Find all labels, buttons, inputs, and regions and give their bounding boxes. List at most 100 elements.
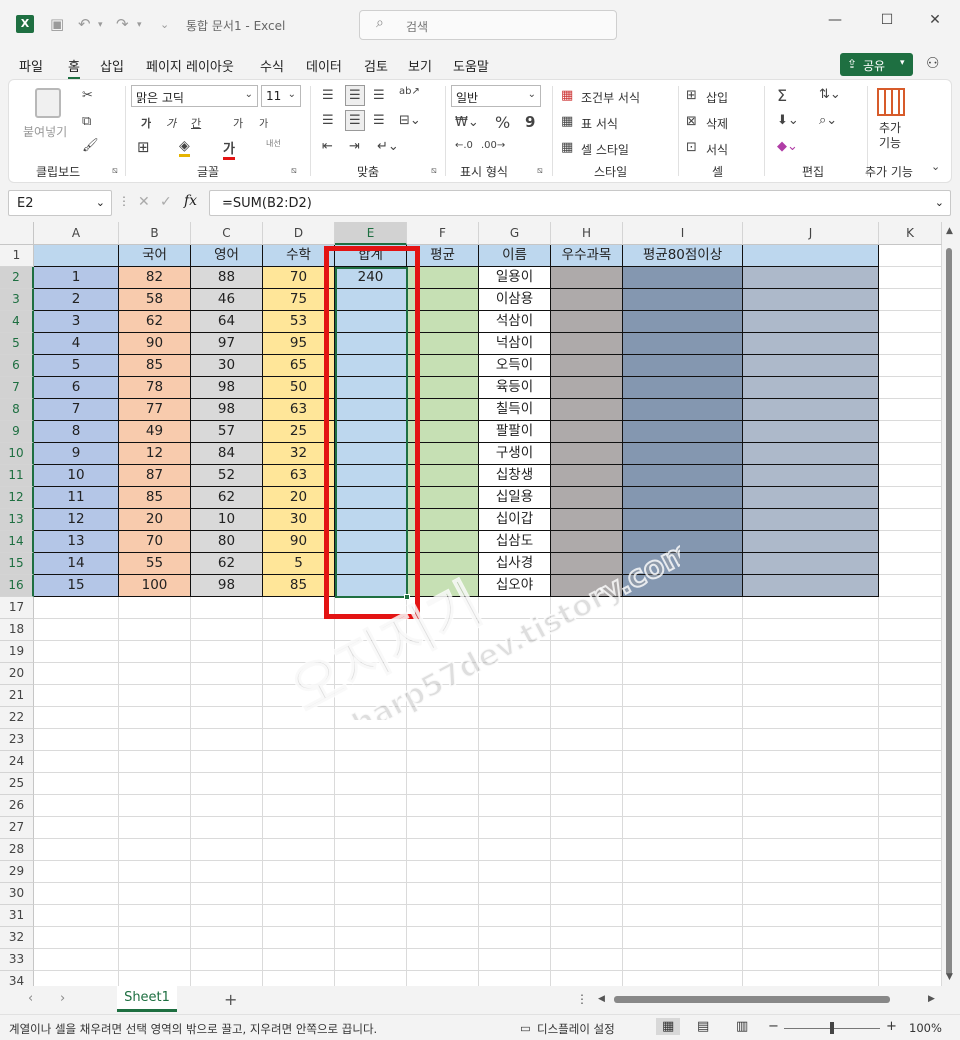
grid-cell[interactable] <box>743 641 879 663</box>
grid-cell[interactable]: 십일용 <box>479 487 551 509</box>
column-header[interactable]: I <box>623 222 743 245</box>
worksheet-grid[interactable]: A B C D E F G H I J K 1 2 3 4 5 6 7 8 9 10 11 12 13 14 15 16 17 18 19… <box>0 222 942 986</box>
grid-cell[interactable] <box>879 619 942 641</box>
grid-cell[interactable] <box>34 839 119 861</box>
grid-cell[interactable] <box>407 575 479 597</box>
column-header[interactable]: A <box>34 222 119 245</box>
grid-cell[interactable] <box>551 619 623 641</box>
grid-cell[interactable] <box>263 663 335 685</box>
grid-cell[interactable] <box>879 641 942 663</box>
grid-cell[interactable] <box>191 619 263 641</box>
page-layout-view-icon[interactable]: ▤ <box>697 1019 709 1034</box>
grid-cell[interactable] <box>623 707 743 729</box>
normal-view-icon[interactable]: ▦ <box>656 1018 681 1035</box>
grid-cell[interactable] <box>479 883 551 905</box>
grid-cell[interactable]: 20 <box>263 487 335 509</box>
grid-cell[interactable] <box>623 641 743 663</box>
grid-cell[interactable] <box>407 883 479 905</box>
grid-cell[interactable] <box>551 553 623 575</box>
grid-cell[interactable] <box>191 927 263 949</box>
customize-qat-icon[interactable]: ⌄ <box>160 18 169 31</box>
grid-cell[interactable] <box>34 905 119 927</box>
grid-cell[interactable] <box>551 839 623 861</box>
column-header[interactable]: K <box>879 222 942 245</box>
formula-input[interactable]: =SUM(B2:D2) ⌄ <box>209 190 951 216</box>
grid-cell[interactable]: 77 <box>119 399 191 421</box>
grid-cell[interactable] <box>335 355 407 377</box>
row-header[interactable]: 5 <box>0 333 34 355</box>
grid-cell[interactable] <box>879 773 942 795</box>
grid-cell[interactable] <box>335 949 407 971</box>
grid-cell[interactable] <box>191 641 263 663</box>
grid-cell[interactable] <box>551 289 623 311</box>
grid-cell[interactable] <box>191 883 263 905</box>
grid-cell[interactable] <box>479 729 551 751</box>
grid-cell[interactable] <box>34 949 119 971</box>
grid-cell[interactable] <box>479 905 551 927</box>
sheet-tab-sheet1[interactable]: Sheet1 <box>117 986 177 1012</box>
grid-cell[interactable]: 9 <box>34 443 119 465</box>
row-header[interactable]: 27 <box>0 817 34 839</box>
grid-cell[interactable] <box>743 817 879 839</box>
scroll-up-icon[interactable]: ▲ <box>946 226 953 236</box>
grid-cell[interactable] <box>623 883 743 905</box>
grid-cell[interactable] <box>743 443 879 465</box>
grid-cell[interactable] <box>551 399 623 421</box>
grid-cell[interactable] <box>263 949 335 971</box>
grid-cell[interactable] <box>551 663 623 685</box>
merge-icon[interactable]: ⊟⌄ <box>399 113 421 128</box>
grid-cell[interactable] <box>191 795 263 817</box>
grid-cell[interactable] <box>479 751 551 773</box>
grid-cell[interactable] <box>551 465 623 487</box>
grid-cell[interactable] <box>479 861 551 883</box>
minimize-icon[interactable]: — <box>820 12 850 28</box>
grid-cell[interactable]: 11 <box>34 487 119 509</box>
grid-cell[interactable] <box>119 773 191 795</box>
grid-cell[interactable] <box>551 421 623 443</box>
grid-cell[interactable] <box>879 663 942 685</box>
grid-cell[interactable] <box>743 707 879 729</box>
grid-cell[interactable]: 석삼이 <box>479 311 551 333</box>
grid-cell[interactable] <box>623 751 743 773</box>
grid-cell[interactable] <box>335 377 407 399</box>
redo-icon[interactable]: ↷ <box>116 15 129 33</box>
close-icon[interactable]: ✕ <box>920 12 950 28</box>
conditional-format-button[interactable]: 조건부 서식 <box>581 89 640 106</box>
grid-cell[interactable] <box>407 531 479 553</box>
grid-cell[interactable] <box>407 355 479 377</box>
align-center-icon[interactable]: ☰ <box>345 110 365 131</box>
grid-cell[interactable] <box>623 861 743 883</box>
grid-cell[interactable] <box>743 685 879 707</box>
grid-cell[interactable]: 90 <box>263 531 335 553</box>
grid-cell[interactable] <box>407 839 479 861</box>
grid-cell[interactable]: 구생이 <box>479 443 551 465</box>
cancel-icon[interactable]: ✕ <box>138 194 150 210</box>
grid-cell[interactable]: 85 <box>119 487 191 509</box>
grid-cell[interactable] <box>119 861 191 883</box>
grid-cell[interactable] <box>743 553 879 575</box>
grid-cell[interactable] <box>551 355 623 377</box>
addins-button-label[interactable]: 추가 기능 <box>879 121 901 151</box>
grid-cell[interactable] <box>407 487 479 509</box>
grid-cell[interactable] <box>263 685 335 707</box>
menu-home[interactable]: 홈 <box>68 56 80 80</box>
grid-cell[interactable]: 240 <box>335 267 407 289</box>
enter-icon[interactable]: ✓ <box>160 194 172 210</box>
grid-cell[interactable] <box>191 773 263 795</box>
zoom-slider-thumb[interactable] <box>830 1022 834 1034</box>
grid-cell[interactable] <box>551 861 623 883</box>
grid-cell[interactable]: 85 <box>119 355 191 377</box>
grid-cell[interactable]: 넉삼이 <box>479 333 551 355</box>
insert-function-icon[interactable]: fx <box>184 193 197 209</box>
menu-help[interactable]: 도움말 <box>453 56 489 75</box>
grid-cell[interactable] <box>743 509 879 531</box>
display-settings-button[interactable]: 디스플레이 설정 <box>537 1021 615 1037</box>
row-header[interactable]: 30 <box>0 883 34 905</box>
grid-cell[interactable] <box>879 861 942 883</box>
row-header[interactable]: 34 <box>0 971 34 986</box>
more-icon[interactable]: ⋮ <box>118 194 130 208</box>
grid-cell[interactable] <box>743 773 879 795</box>
grid-cell[interactable] <box>743 245 879 267</box>
font-launcher-icon[interactable]: ⧅ <box>291 166 297 176</box>
grid-cell[interactable] <box>119 927 191 949</box>
